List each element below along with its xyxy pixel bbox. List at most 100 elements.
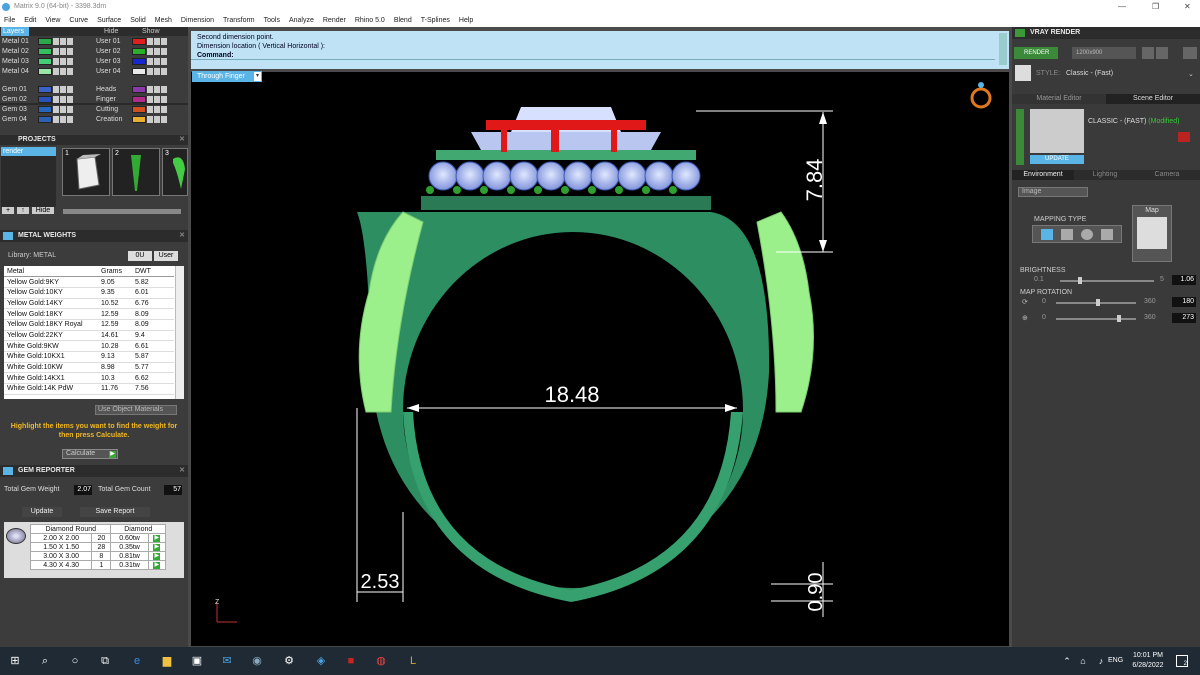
layer-row[interactable]: Metal 01 xyxy=(0,37,92,47)
viewport-dropdown-icon[interactable]: ▾ xyxy=(254,72,261,81)
map-thumbnail[interactable]: Map xyxy=(1132,205,1172,262)
layer-lock-icon[interactable] xyxy=(147,95,153,103)
command-scrollbar[interactable] xyxy=(999,33,1007,65)
tab-camera[interactable]: Camera xyxy=(1136,170,1198,180)
project-add-button[interactable]: + xyxy=(2,207,14,214)
layer-select-icon[interactable] xyxy=(161,85,167,93)
layer-visibility-icon[interactable] xyxy=(60,67,66,75)
menu-blend[interactable]: Blend xyxy=(394,17,412,24)
layer-color-swatch[interactable] xyxy=(132,67,146,75)
menu-curve[interactable]: Curve xyxy=(69,17,88,24)
gem-select-arrow-icon[interactable]: ▶ xyxy=(153,535,161,542)
metal-weights-scrollbar[interactable] xyxy=(175,266,184,399)
gem-select-arrow-icon[interactable]: ▶ xyxy=(153,562,161,569)
menu-surface[interactable]: Surface xyxy=(97,17,121,24)
mapping-cylinder-icon[interactable] xyxy=(1101,229,1113,240)
rhino-icon[interactable]: L xyxy=(406,654,420,668)
preset-delete-icon[interactable] xyxy=(1178,132,1190,142)
table-row[interactable]: Yellow Gold:18KY Royal 12.59 8.09 xyxy=(4,319,174,331)
menu-solid[interactable]: Solid xyxy=(130,17,146,24)
project-scrollbar[interactable] xyxy=(63,209,181,214)
layer-row[interactable]: Heads xyxy=(94,85,186,95)
calculate-button[interactable]: Calculate ▶ xyxy=(62,449,118,459)
layer-select-icon[interactable] xyxy=(161,37,167,45)
clock-date[interactable]: 6/28/2022 xyxy=(1128,662,1168,669)
layer-color-swatch[interactable] xyxy=(132,115,146,123)
render-window-icon[interactable] xyxy=(1183,47,1197,59)
layer-visibility-icon[interactable] xyxy=(154,67,160,75)
layer-visibility-icon[interactable] xyxy=(60,95,66,103)
brightness-slider[interactable]: 0.1 5 xyxy=(1020,276,1170,285)
project-thumb-1[interactable]: 1 xyxy=(62,148,110,196)
mail-icon[interactable]: ✉ xyxy=(220,654,234,668)
volume-icon[interactable]: ♪ xyxy=(1094,654,1108,668)
minimize-button[interactable]: — xyxy=(1118,0,1126,14)
layer-row[interactable]: Gem 04 xyxy=(0,115,92,125)
viewport-label[interactable]: Through Finger ▾ xyxy=(192,71,262,82)
layer-visibility-icon[interactable] xyxy=(154,37,160,45)
layer-visibility-icon[interactable] xyxy=(154,95,160,103)
red-app-icon[interactable]: ■ xyxy=(344,654,358,668)
layer-lock-icon[interactable] xyxy=(53,105,59,113)
mapping-sphere-icon[interactable] xyxy=(1081,229,1093,240)
save-report-button[interactable]: Save Report xyxy=(80,507,150,517)
layer-visibility-icon[interactable] xyxy=(154,47,160,55)
projects-close-icon[interactable]: ✕ xyxy=(179,135,185,145)
menu-view[interactable]: View xyxy=(45,17,60,24)
render-settings-icon[interactable] xyxy=(1156,47,1168,59)
table-row[interactable]: 3.00 X 3.00 8 0.81tw ▶ xyxy=(29,551,167,561)
gem-select-arrow-icon[interactable]: ▶ xyxy=(153,544,161,551)
layer-color-swatch[interactable] xyxy=(38,105,52,113)
gem-select-cell[interactable]: ▶ xyxy=(147,533,167,543)
menu-rhino[interactable]: Rhino 5.0 xyxy=(355,17,385,24)
layer-visibility-icon[interactable] xyxy=(154,115,160,123)
mapping-plane-icon[interactable] xyxy=(1041,229,1053,240)
search-icon[interactable]: ⌕ xyxy=(38,654,52,668)
table-row[interactable]: White Gold:14KX1 10.3 6.62 xyxy=(4,372,174,385)
layer-lock-icon[interactable] xyxy=(53,37,59,45)
gem-select-arrow-icon[interactable]: ▶ xyxy=(153,553,161,560)
table-row[interactable]: 2.00 X 2.00 20 0.60tw ▶ xyxy=(29,533,167,543)
close-button[interactable]: ✕ xyxy=(1184,0,1191,14)
gem-select-cell[interactable]: ▶ xyxy=(147,551,167,561)
style-dropdown-icon[interactable]: ⌄ xyxy=(1188,70,1194,78)
menu-tsplines[interactable]: T-Splines xyxy=(421,17,450,24)
layer-color-swatch[interactable] xyxy=(132,57,146,65)
command-area[interactable]: Second dimension point. Dimension locati… xyxy=(191,31,1009,69)
tab-environment[interactable]: Environment xyxy=(1012,170,1074,180)
column-header-grams[interactable]: Grams xyxy=(98,266,132,278)
gem-update-button[interactable]: Update xyxy=(22,507,62,517)
chrome-icon[interactable]: ◍ xyxy=(374,654,388,668)
layer-row[interactable]: User 04 xyxy=(94,67,186,77)
file-explorer-icon[interactable]: ▆ xyxy=(160,654,174,668)
windows-start-icon[interactable]: ⊞ xyxy=(8,654,22,668)
layer-visibility-icon[interactable] xyxy=(60,115,66,123)
preset-expand-handle[interactable] xyxy=(1016,109,1024,165)
menu-transform[interactable]: Transform xyxy=(223,17,255,24)
menu-analyze[interactable]: Analyze xyxy=(289,17,314,24)
table-row[interactable]: Yellow Gold:9KY 9.05 5.82 xyxy=(4,276,174,288)
layer-lock-icon[interactable] xyxy=(53,47,59,55)
column-header-metal[interactable]: Metal xyxy=(4,266,98,278)
network-icon[interactable]: ⌂ xyxy=(1076,654,1090,668)
preset-update-button[interactable]: UPDATE xyxy=(1030,155,1084,164)
layer-lock-icon[interactable] xyxy=(53,57,59,65)
layers-tab[interactable]: Layers xyxy=(1,27,29,36)
table-row[interactable]: White Gold:14K PdW 11.76 7.56 xyxy=(4,383,174,395)
layer-color-swatch[interactable] xyxy=(38,47,52,55)
table-row[interactable]: White Gold:10KX1 9.13 5.87 xyxy=(4,351,174,363)
menu-dimension[interactable]: Dimension xyxy=(181,17,214,24)
menu-help[interactable]: Help xyxy=(459,17,473,24)
layer-row[interactable]: Cutting xyxy=(94,105,186,115)
gem-reporter-close-icon[interactable]: ✕ xyxy=(179,465,185,477)
layer-color-swatch[interactable] xyxy=(132,37,146,45)
menu-render[interactable]: Render xyxy=(323,17,346,24)
layer-row[interactable]: Creation xyxy=(94,115,186,125)
edge-icon[interactable]: e xyxy=(130,654,144,668)
table-row[interactable]: White Gold:9KW 10.28 6.61 xyxy=(4,340,174,352)
clock-time[interactable]: 10:01 PM xyxy=(1130,652,1166,659)
menu-mesh[interactable]: Mesh xyxy=(155,17,172,24)
table-row[interactable]: White Gold:10KW 8.98 5.77 xyxy=(4,362,174,374)
table-row[interactable]: 1.50 X 1.50 28 0.35tw ▶ xyxy=(29,542,167,552)
store-icon[interactable]: ▣ xyxy=(190,654,204,668)
